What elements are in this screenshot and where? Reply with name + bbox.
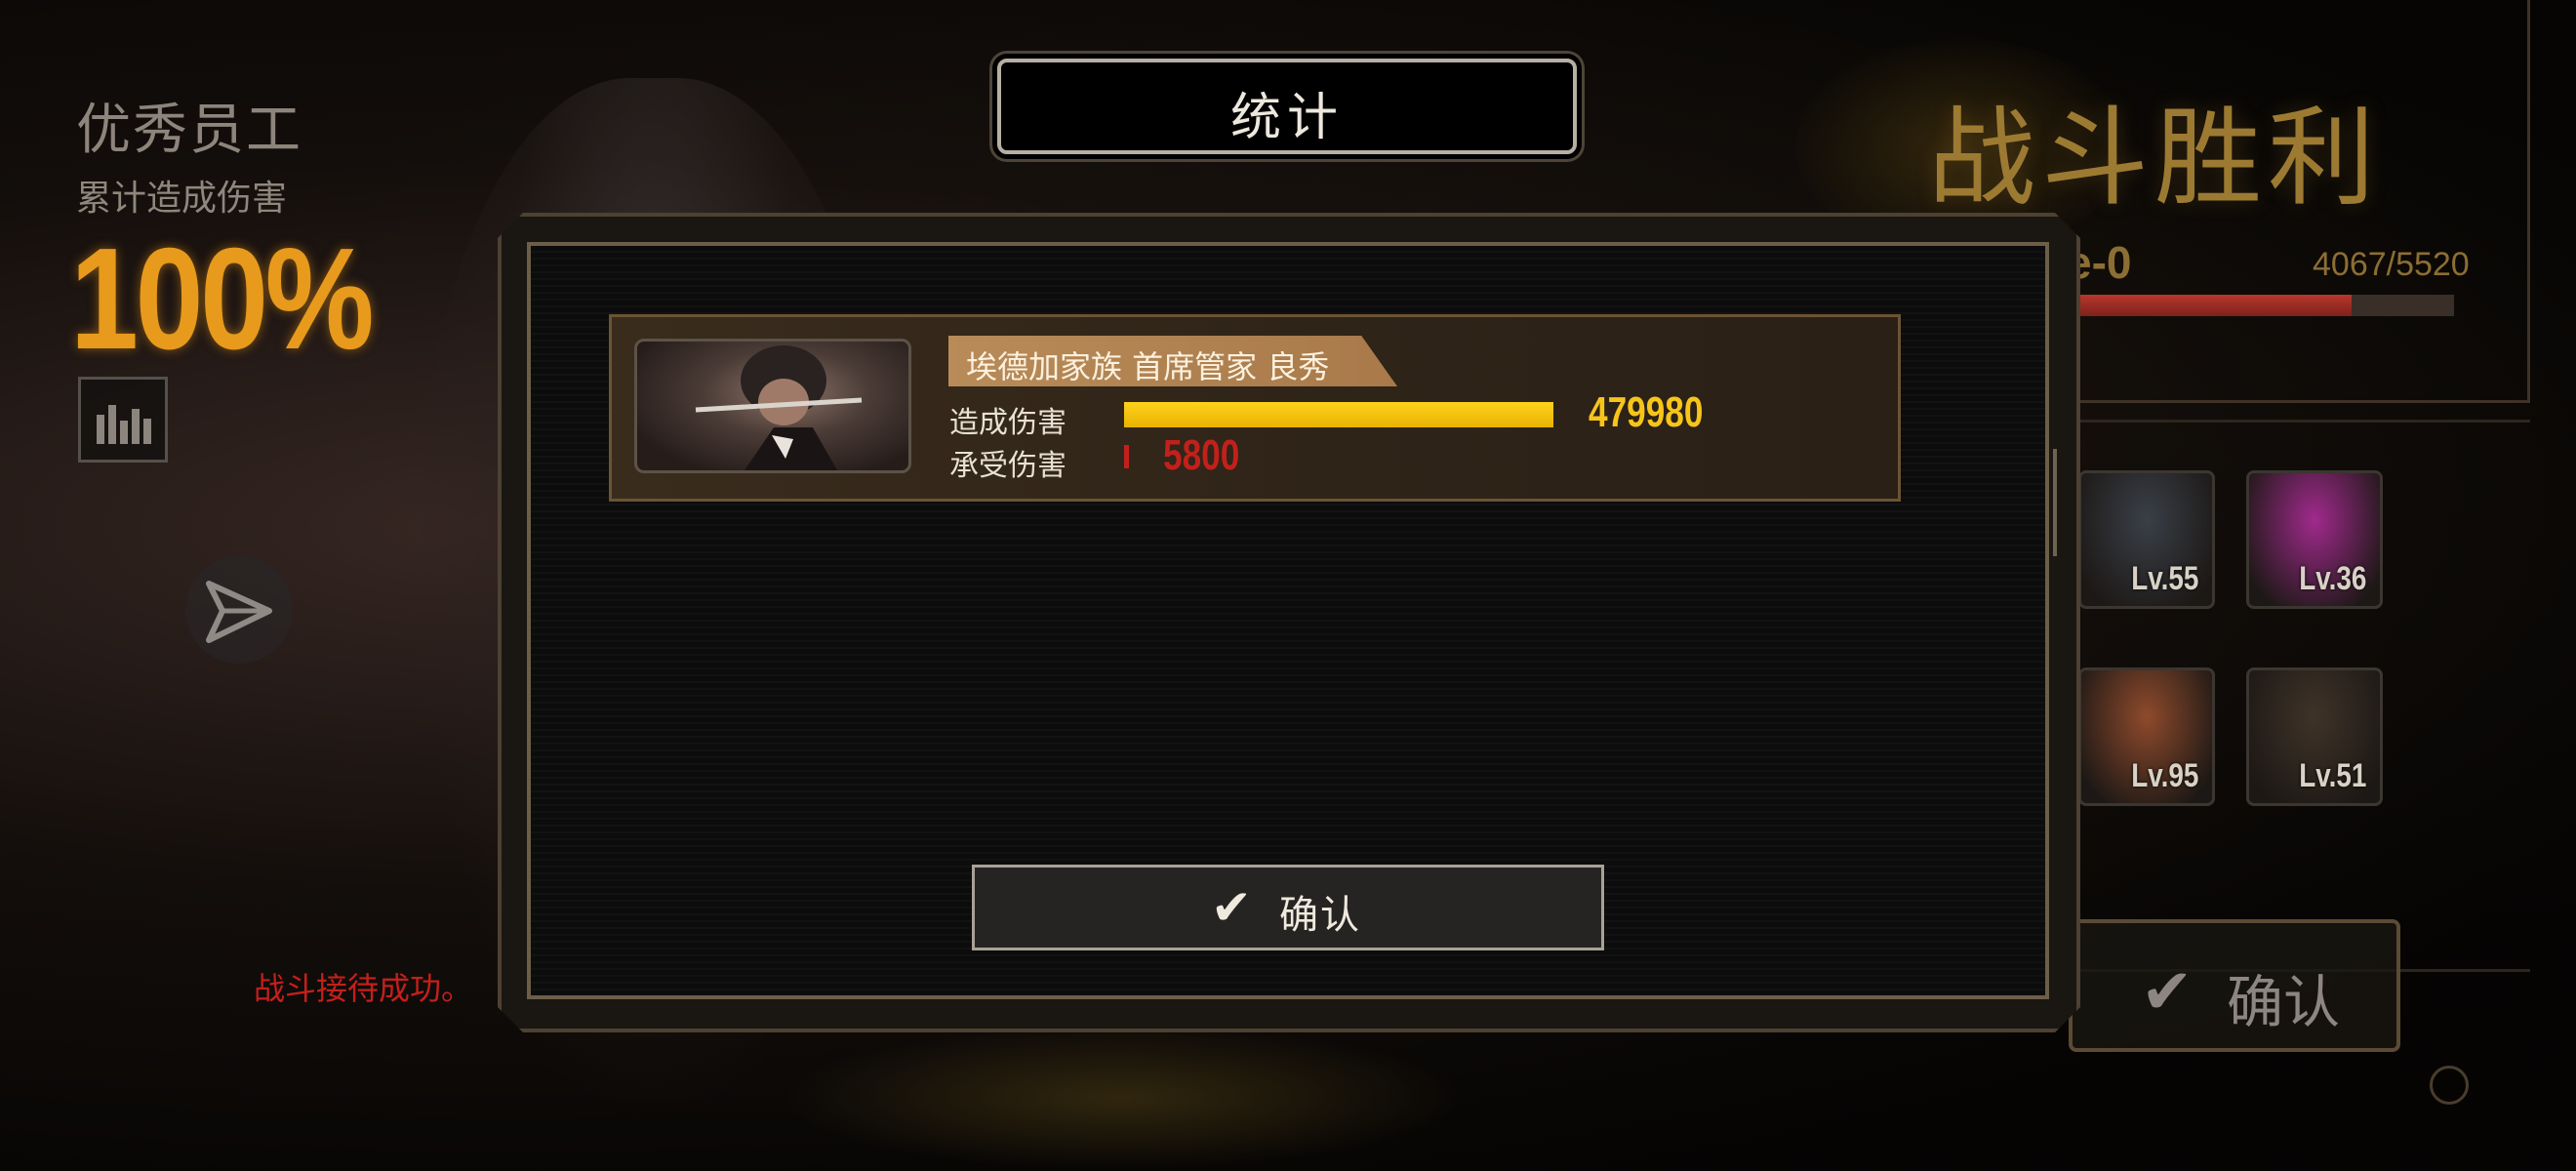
play-icon <box>206 581 272 643</box>
character-name: 埃德加家族 首席管家 良秀 <box>966 348 1330 385</box>
damage-dealt-label: 造成伤害 <box>949 406 1067 440</box>
auto-play-button[interactable] <box>185 556 293 664</box>
stats-chart-button[interactable] <box>78 377 168 463</box>
team-member-card[interactable]: Lv.51 <box>2246 667 2383 806</box>
portrait-art <box>695 345 863 470</box>
mvp-damage-percent: 100% <box>70 219 375 380</box>
battle-result-title: 战斗胜利 <box>1928 96 2381 221</box>
damage-taken-bar <box>1124 445 1129 468</box>
team-member-card[interactable]: Lv.95 <box>2078 667 2215 806</box>
modal-title: 统计 <box>1229 89 1344 147</box>
member-level: Lv.51 <box>2298 757 2366 794</box>
character-portrait <box>634 339 911 473</box>
confirm-button-label: 确认 <box>1279 893 1361 938</box>
team-member-card[interactable]: Lv.55 <box>2078 470 2215 609</box>
character-name-tag: 埃德加家族 首席管家 良秀 <box>948 336 1397 386</box>
mvp-title: 优秀员工 <box>76 99 302 162</box>
result-confirm-button[interactable]: ✔ 确认 <box>2069 919 2400 1052</box>
member-level: Lv.55 <box>2130 560 2198 597</box>
team-member-card[interactable]: Lv.36 <box>2246 470 2383 609</box>
settings-icon[interactable] <box>2430 1066 2469 1105</box>
exp-progress-bar <box>2064 295 2454 316</box>
damage-dealt-bar <box>1124 402 1553 427</box>
exp-progress-fill <box>2064 295 2352 316</box>
member-level: Lv.95 <box>2130 757 2198 794</box>
checkmark-icon: ✔ <box>1211 879 1252 936</box>
scrollbar[interactable] <box>2053 449 2057 556</box>
damage-dealt-value: 479980 <box>1589 388 1704 436</box>
exp-counter: 4067/5520 <box>2313 246 2470 283</box>
bar-chart-icon <box>97 405 151 444</box>
damage-taken-value: 5800 <box>1163 431 1240 479</box>
battle-status-message: 战斗接待成功。 <box>254 970 473 1007</box>
result-confirm-label: 确认 <box>2227 969 2341 1035</box>
damage-taken-label: 承受伤害 <box>949 449 1067 483</box>
checkmark-icon: ✔ <box>2141 956 2194 1029</box>
member-level: Lv.36 <box>2298 560 2366 597</box>
modal-title-plate: 统计 <box>997 59 1577 154</box>
mvp-subtitle: 累计造成伤害 <box>76 179 288 219</box>
confirm-button[interactable]: ✔ 确认 <box>972 865 1604 950</box>
background-glow <box>781 1025 1464 1171</box>
